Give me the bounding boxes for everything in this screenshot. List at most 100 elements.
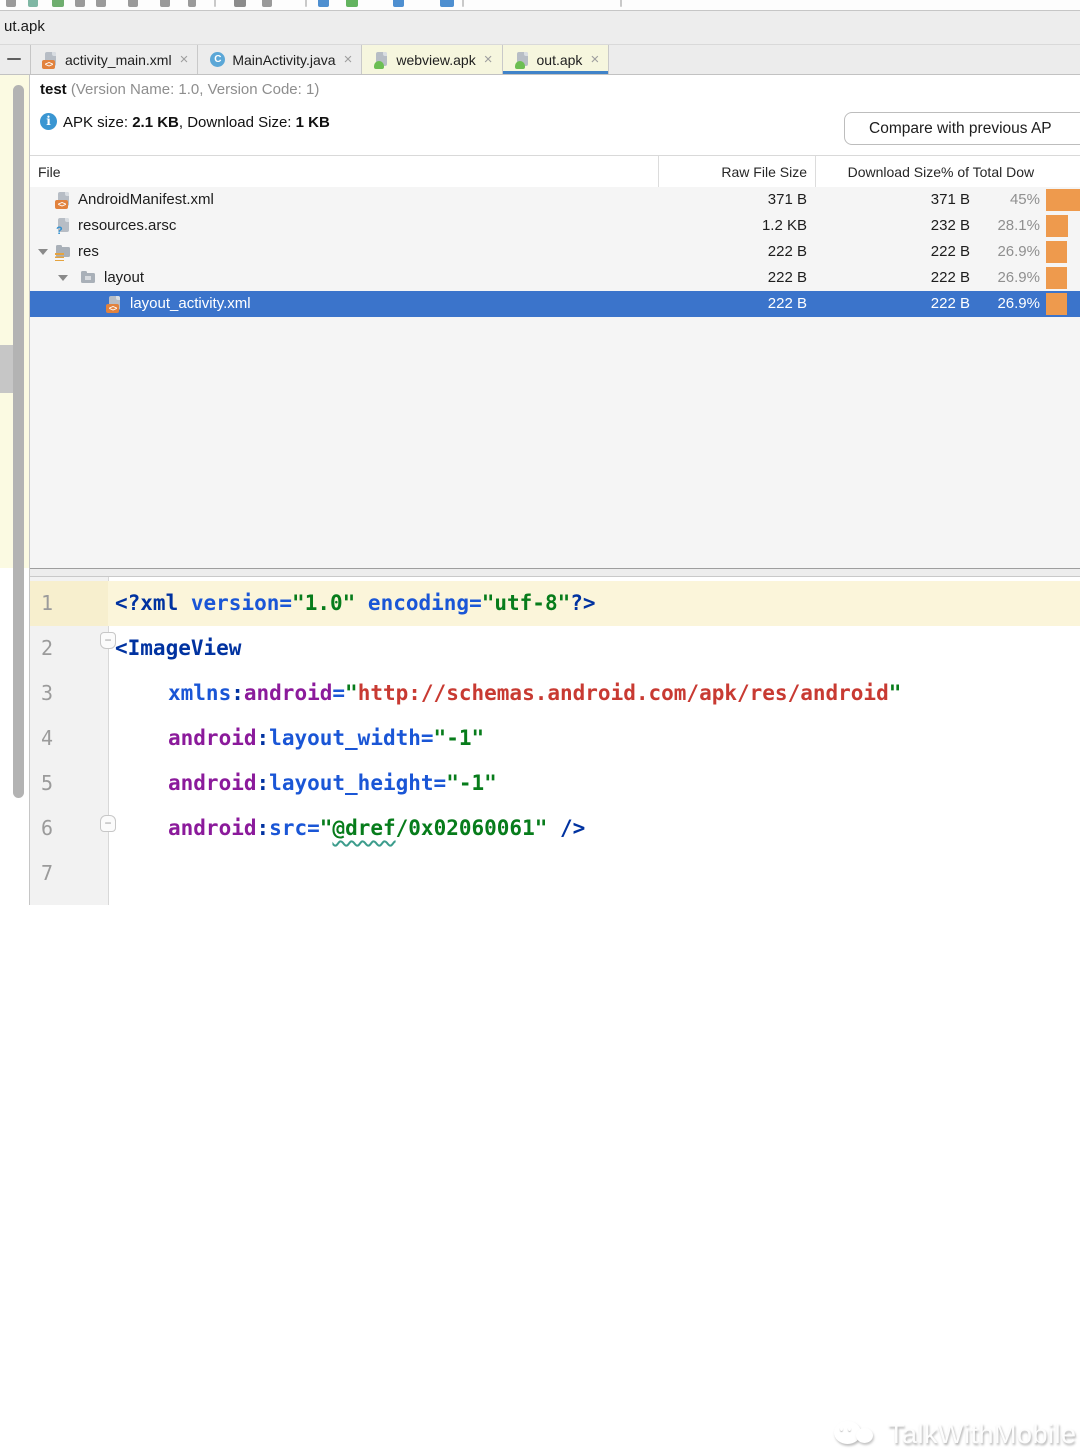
watermark-text: TalkWithMobile (888, 1418, 1077, 1449)
left-scrollbar-mark (0, 345, 13, 393)
toolbar-icon-fragment[interactable] (188, 0, 196, 7)
table-row-layout[interactable]: layout 222 B 222 B 26.9% (30, 265, 1080, 291)
percent-of-total: 28.1% (997, 217, 1040, 234)
chevron-down-icon[interactable] (38, 249, 48, 255)
tab-rail (0, 45, 31, 74)
top-toolbar (0, 0, 1080, 11)
percent-bar (1046, 189, 1080, 211)
toolbar-icon-fragment[interactable] (346, 0, 358, 7)
column-header-percent-of-total[interactable]: % of Total Dow (941, 164, 1034, 180)
xml-file-icon: <> (106, 296, 123, 313)
editor-tab-bar: <> activity_main.xml × C MainActivity.java × w… (0, 45, 1080, 75)
apk-file-icon (373, 51, 390, 69)
percent-bar (1046, 241, 1067, 263)
toolbar-icon-fragment[interactable] (52, 0, 64, 7)
toolbar-icon-fragment[interactable] (462, 0, 464, 7)
line-number: 1 (30, 581, 108, 626)
toolbar-icon-fragment[interactable] (440, 0, 454, 7)
code-line-3: 3 xmlns:android="http://schemas.android.c… (30, 671, 1080, 716)
chevron-down-icon[interactable] (58, 275, 68, 281)
percent-bar (1046, 215, 1068, 237)
column-divider (658, 156, 659, 187)
column-header-raw-file-size[interactable]: Raw File Size (721, 164, 807, 180)
code-line-1: 1 <?xml version="1.0" encoding="utf-8"?> (30, 581, 1080, 626)
tab-MainActivity.java[interactable]: C MainActivity.java × (198, 45, 363, 74)
code-text: <ImageView (115, 636, 242, 660)
toolbar-icon-fragment[interactable] (96, 0, 106, 7)
percent-of-total: 26.9% (997, 269, 1040, 286)
code-fold-icon[interactable]: − (100, 632, 116, 649)
file-name: resources.arsc (78, 217, 177, 234)
toolbar-icon-fragment[interactable] (214, 0, 216, 7)
panel-splitter[interactable] (0, 568, 1080, 577)
tab-activity_main.xml[interactable]: <> activity_main.xml × (31, 45, 199, 74)
line-number: 7 (41, 861, 54, 885)
percent-bar (1046, 267, 1067, 289)
code-line-6: 6 − android:src="@dref/0x02060061" /> (30, 806, 1080, 851)
wechat-icon (830, 1413, 878, 1455)
file-name: AndroidManifest.xml (78, 191, 214, 208)
arsc-file-icon: ? (55, 218, 72, 237)
toolbar-icon-fragment[interactable] (620, 0, 622, 7)
code-text: android:src="@dref/0x02060061" /> (168, 816, 586, 840)
column-header-download-size[interactable]: Download Size (848, 164, 941, 180)
code-lines: 1 <?xml version="1.0" encoding="utf-8"?> 2… (30, 581, 1080, 896)
code-line-5: 5 android:layout_height="-1" (30, 761, 1080, 806)
toolbar-icon-fragment[interactable] (305, 0, 307, 7)
toolbar-icon-fragment[interactable] (393, 0, 404, 7)
code-fold-icon[interactable]: − (100, 815, 116, 832)
toolbar-icon-fragment[interactable] (262, 0, 272, 7)
tab-label: activity_main.xml (65, 51, 172, 68)
xml-file-icon: <> (42, 51, 59, 69)
line-number: 5 (41, 771, 54, 795)
file-name: res (78, 243, 99, 260)
code-line-2: 2 − <ImageView (30, 626, 1080, 671)
percent-of-total: 26.9% (997, 295, 1040, 312)
table-row-layout_activity.xml[interactable]: <> layout_activity.xml 222 B 222 B 26.9% (30, 291, 1080, 317)
info-icon: i (40, 113, 57, 130)
hide-panel-icon[interactable] (7, 58, 21, 60)
apk-analyzer-panel: test (Version Name: 1.0, Version Code: 1… (0, 75, 1080, 568)
download-size-value: 1 KB (295, 114, 330, 131)
percent-bar (1046, 293, 1067, 315)
code-editor[interactable]: 1 <?xml version="1.0" encoding="utf-8"?> 2… (30, 577, 1080, 1449)
left-scrollbar-thumb[interactable] (13, 85, 24, 798)
toolbar-icon-fragment[interactable] (28, 0, 38, 7)
apk-size-value: 2.1 KB (132, 114, 179, 131)
table-header: File Raw File Size Download Size % of To… (30, 155, 1080, 188)
toolbar-icon-fragment[interactable] (318, 0, 329, 7)
tab-label: MainActivity.java (232, 51, 336, 68)
table-row-res[interactable]: res 222 B 222 B 26.9% (30, 239, 1080, 265)
download-size: 222 B (930, 269, 970, 286)
apk-file-icon (514, 51, 531, 69)
compare-with-previous-apk-button[interactable]: Compare with previous AP (844, 112, 1080, 145)
code-text: xmlns:android="http://schemas.android.co… (168, 681, 902, 705)
table-row-AndroidManifest.xml[interactable]: <> AndroidManifest.xml 371 B 371 B 45% (30, 187, 1080, 213)
toolbar-icon-fragment[interactable] (160, 0, 170, 7)
raw-file-size: 371 B (767, 191, 807, 208)
tab-strip: <> activity_main.xml × C MainActivity.java × w… (31, 45, 610, 74)
toolbar-icon-fragment[interactable] (75, 0, 85, 7)
close-icon[interactable]: × (590, 51, 599, 68)
tab-label: webview.apk (396, 51, 476, 68)
column-header-file[interactable]: File (38, 164, 61, 180)
code-text: <?xml version="1.0" encoding="utf-8"?> (115, 591, 596, 615)
close-icon[interactable]: × (180, 51, 189, 68)
toolbar-icon-fragment[interactable] (6, 0, 16, 7)
res-folder-icon (55, 244, 72, 261)
raw-file-size: 222 B (767, 295, 807, 312)
left-panel-edge (0, 75, 30, 905)
code-text: android:layout_width="-1" (168, 726, 485, 750)
toolbar-icon-fragment[interactable] (128, 0, 138, 7)
toolbar-icon-fragment[interactable] (234, 0, 246, 7)
code-text: android:layout_height="-1" (168, 771, 497, 795)
raw-file-size: 222 B (767, 269, 807, 286)
close-icon[interactable]: × (484, 51, 493, 68)
close-icon[interactable]: × (344, 51, 353, 68)
table-row-resources.arsc[interactable]: ? resources.arsc 1.2 KB 232 B 28.1% (30, 213, 1080, 239)
percent-of-total: 26.9% (997, 243, 1040, 260)
tab-webview.apk[interactable]: webview.apk × (362, 45, 503, 74)
line-number: 6 (41, 816, 54, 840)
tab-out.apk[interactable]: out.apk × (502, 45, 610, 74)
